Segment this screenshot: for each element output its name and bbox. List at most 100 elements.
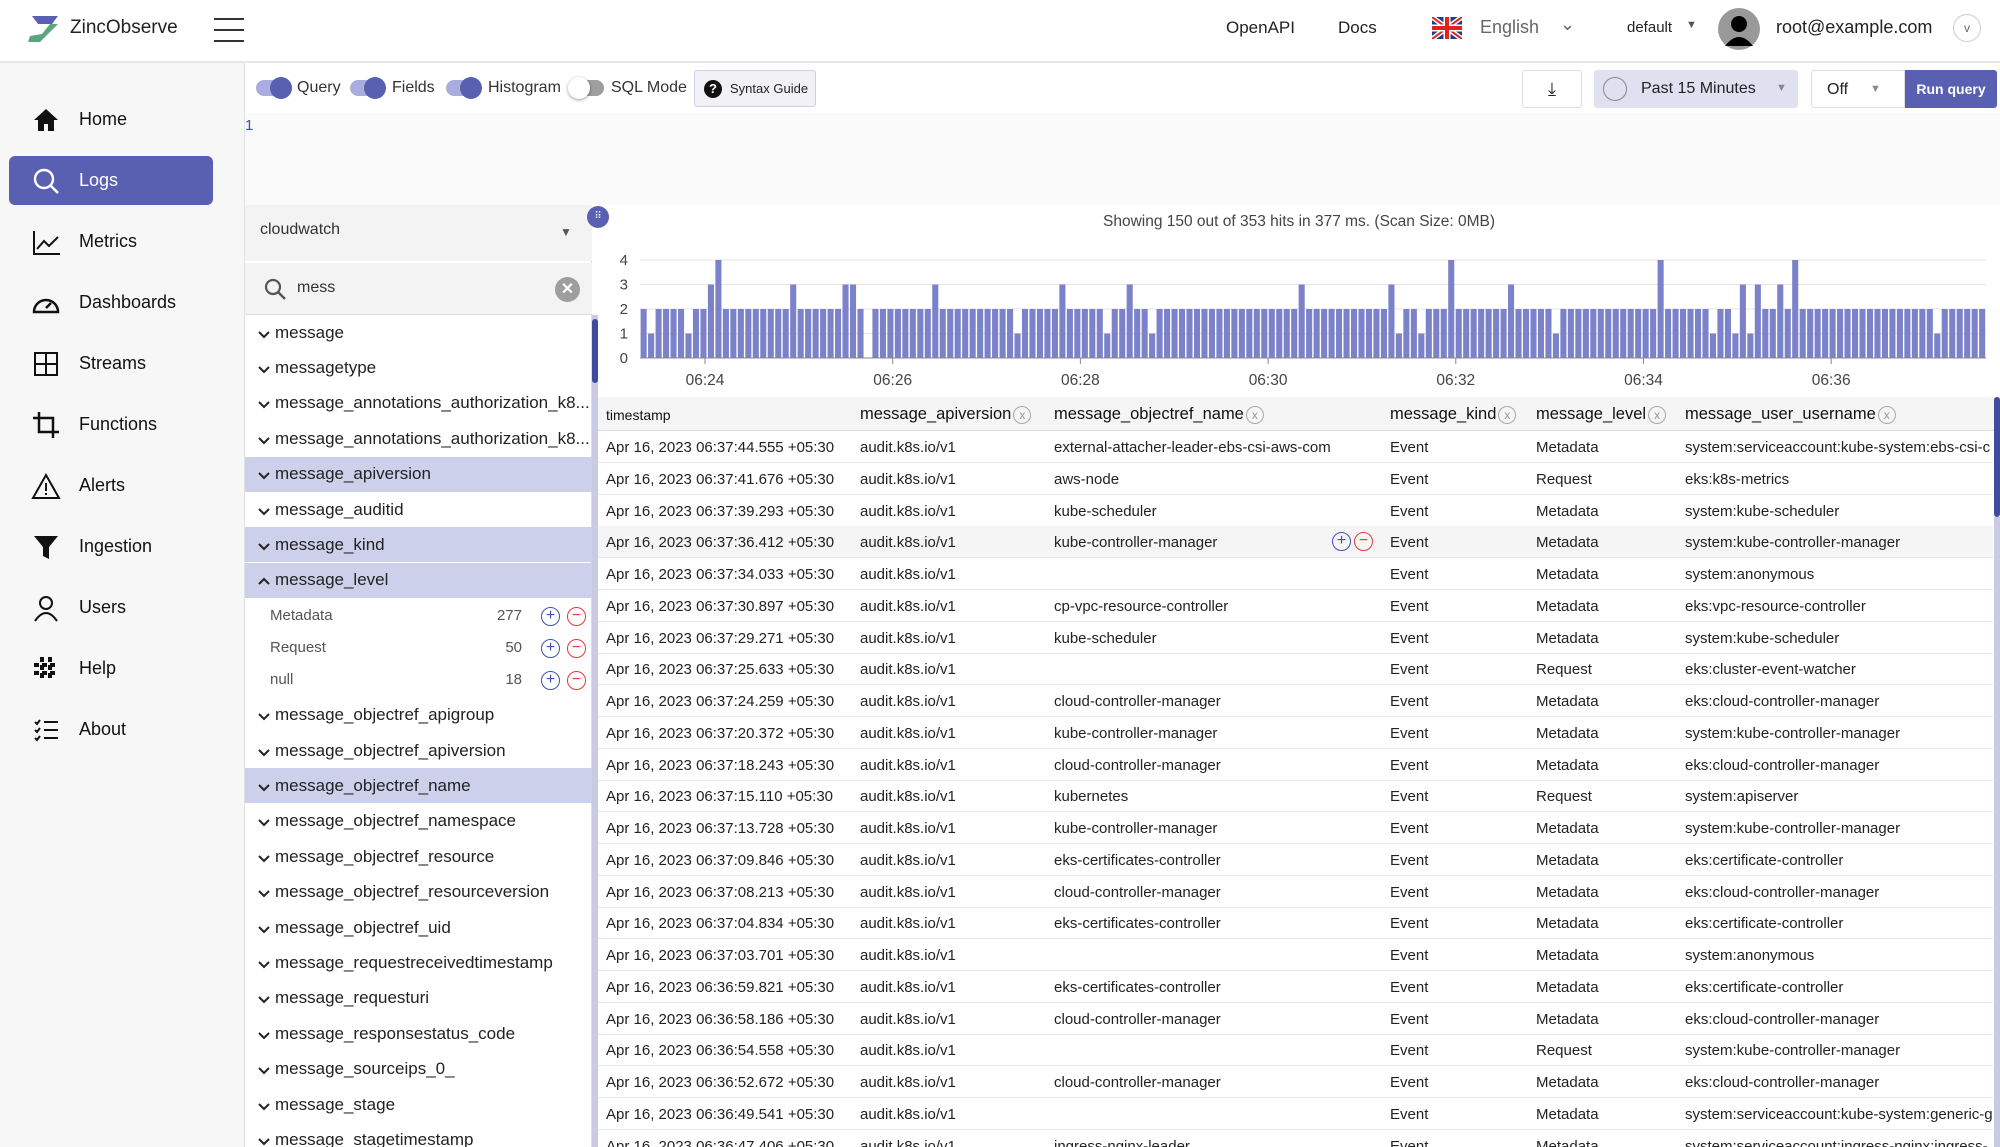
field-item[interactable]: message_objectref_apigroup	[245, 698, 592, 733]
histogram-bar[interactable]	[1350, 309, 1358, 358]
table-row[interactable]: Apr 16, 2023 06:37:08.213 +05:30 audit.k8…	[598, 876, 1993, 908]
histogram-bar[interactable]	[872, 309, 879, 358]
field-item[interactable]: message_stage	[245, 1087, 592, 1122]
include-value-icon[interactable]: +	[541, 670, 560, 690]
remove-column-icon[interactable]: x	[1648, 405, 1667, 424]
histogram-bar[interactable]	[1567, 309, 1574, 358]
table-row[interactable]: Apr 16, 2023 06:36:49.541 +05:30 audit.k8…	[598, 1098, 1993, 1130]
histogram-bar[interactable]	[1395, 333, 1402, 359]
histogram-bar[interactable]	[745, 309, 752, 358]
histogram-bar[interactable]	[1620, 309, 1627, 358]
histogram-bar[interactable]	[932, 284, 939, 359]
histogram-bar[interactable]	[655, 309, 662, 358]
column-header-message_kind[interactable]: message_kind x	[1390, 405, 1517, 424]
histogram-bar[interactable]	[1179, 309, 1186, 358]
histogram-bar[interactable]	[1926, 309, 1933, 358]
field-item[interactable]: message_sourceips_0_	[245, 1052, 592, 1087]
histogram-bar[interactable]	[1680, 309, 1687, 358]
histogram-bar[interactable]	[1971, 309, 1978, 358]
histogram-bar[interactable]	[1440, 309, 1447, 358]
avatar[interactable]	[1718, 8, 1760, 50]
histogram-bar[interactable]	[1126, 284, 1133, 359]
chevron-down-icon[interactable]	[257, 467, 271, 481]
histogram-bar[interactable]	[1141, 309, 1148, 358]
histogram-bar[interactable]	[962, 309, 969, 358]
user-menu-chevron-icon[interactable]: v	[1953, 14, 1981, 42]
column-header-message_user_username[interactable]: message_user_username x	[1685, 405, 1896, 424]
histogram-bar[interactable]	[1852, 309, 1859, 358]
chevron-down-icon[interactable]	[257, 1027, 271, 1041]
histogram-bar[interactable]	[1829, 309, 1836, 358]
histogram-bar[interactable]	[1537, 309, 1545, 358]
field-item[interactable]: message_annotations_authorization_k8...	[245, 421, 592, 456]
histogram-bar[interactable]	[1007, 309, 1014, 358]
field-item[interactable]: message_level	[245, 562, 592, 598]
histogram-bar[interactable]	[1365, 309, 1373, 358]
histogram-bar[interactable]	[1380, 309, 1387, 358]
table-row[interactable]: Apr 16, 2023 06:37:18.243 +05:30 audit.k8…	[598, 749, 1993, 781]
histogram-bar[interactable]	[835, 309, 842, 358]
histogram-bar[interactable]	[1657, 260, 1664, 358]
histogram-bar[interactable]	[1515, 309, 1522, 358]
histogram-bar[interactable]	[1874, 309, 1881, 358]
table-row[interactable]: Apr 16, 2023 06:37:24.259 +05:30 audit.k8…	[598, 685, 1993, 717]
chevron-down-icon[interactable]	[257, 850, 271, 864]
histogram-bar[interactable]	[1410, 309, 1417, 358]
histogram-bar[interactable]	[1687, 309, 1694, 358]
histogram-bar[interactable]	[1336, 309, 1343, 358]
table-row[interactable]: Apr 16, 2023 06:37:04.834 +05:30 audit.k8…	[598, 907, 1993, 940]
field-item[interactable]: message_annotations_authorization_k8...	[245, 386, 592, 421]
histogram-bar[interactable]	[760, 309, 767, 358]
chevron-down-icon[interactable]	[257, 538, 271, 552]
clear-search-icon[interactable]: ✕	[555, 277, 580, 302]
field-item[interactable]: message_apiversion	[245, 456, 592, 492]
histogram-bar[interactable]	[1762, 309, 1769, 358]
histogram-bar[interactable]	[1119, 309, 1126, 358]
histogram-bar[interactable]	[1096, 309, 1103, 358]
histogram-bar[interactable]	[1724, 309, 1731, 358]
histogram-bar[interactable]	[1732, 333, 1739, 359]
chevron-down-icon[interactable]	[257, 1133, 271, 1147]
histogram-bar[interactable]	[1470, 309, 1477, 358]
fields-toggle[interactable]	[350, 77, 386, 99]
histogram-bar[interactable]	[1694, 309, 1702, 358]
histogram-bar[interactable]	[1388, 284, 1395, 359]
field-item[interactable]: message_responsestatus_code	[245, 1016, 592, 1051]
chevron-down-icon[interactable]	[257, 779, 271, 793]
histogram-bar[interactable]	[1597, 309, 1604, 358]
table-row[interactable]: Apr 16, 2023 06:37:41.676 +05:30 audit.k8…	[598, 463, 1993, 495]
table-row[interactable]: Apr 16, 2023 06:36:54.558 +05:30 audit.k8…	[598, 1034, 1993, 1067]
field-item[interactable]: message_requestreceivedtimestamp	[245, 945, 592, 980]
table-row[interactable]: Apr 16, 2023 06:37:39.293 +05:30 audit.k8…	[598, 495, 1993, 527]
histogram-bar[interactable]	[1433, 309, 1440, 358]
histogram-bar[interactable]	[887, 309, 894, 358]
histogram-bar[interactable]	[1216, 309, 1223, 358]
histogram-bar[interactable]	[1328, 309, 1335, 358]
histogram-bar[interactable]	[1672, 309, 1679, 358]
histogram-bar[interactable]	[1066, 309, 1073, 358]
histogram-bar[interactable]	[1807, 309, 1814, 358]
histogram-bar[interactable]	[902, 309, 909, 358]
histogram-bar[interactable]	[1246, 309, 1253, 358]
histogram-bar[interactable]	[1949, 309, 1956, 358]
histogram-bar[interactable]	[1074, 309, 1081, 358]
histogram-bar[interactable]	[1298, 284, 1305, 359]
histogram-bar[interactable]	[1904, 309, 1911, 358]
histogram-bar[interactable]	[685, 333, 692, 359]
histogram-bar[interactable]	[1231, 309, 1238, 358]
histogram-bar[interactable]	[1979, 309, 1986, 358]
histogram-bar[interactable]	[827, 309, 834, 358]
chevron-down-icon[interactable]	[257, 956, 271, 970]
column-header-timestamp[interactable]: timestamp	[606, 407, 671, 423]
histogram-bar[interactable]	[790, 284, 797, 359]
histogram-bar[interactable]	[1036, 309, 1043, 358]
histogram-bar[interactable]	[692, 309, 700, 358]
histogram-bar[interactable]	[1149, 333, 1156, 359]
histogram-bar[interactable]	[1956, 309, 1963, 358]
docs-link[interactable]: Docs	[1338, 18, 1377, 38]
sidebar-item-metrics[interactable]: Metrics	[9, 217, 213, 266]
histogram-bar[interactable]	[1635, 309, 1642, 358]
histogram-bar[interactable]	[663, 309, 670, 358]
table-row[interactable]: Apr 16, 2023 06:36:52.672 +05:30 audit.k8…	[598, 1066, 1993, 1098]
histogram-bar[interactable]	[977, 309, 984, 358]
